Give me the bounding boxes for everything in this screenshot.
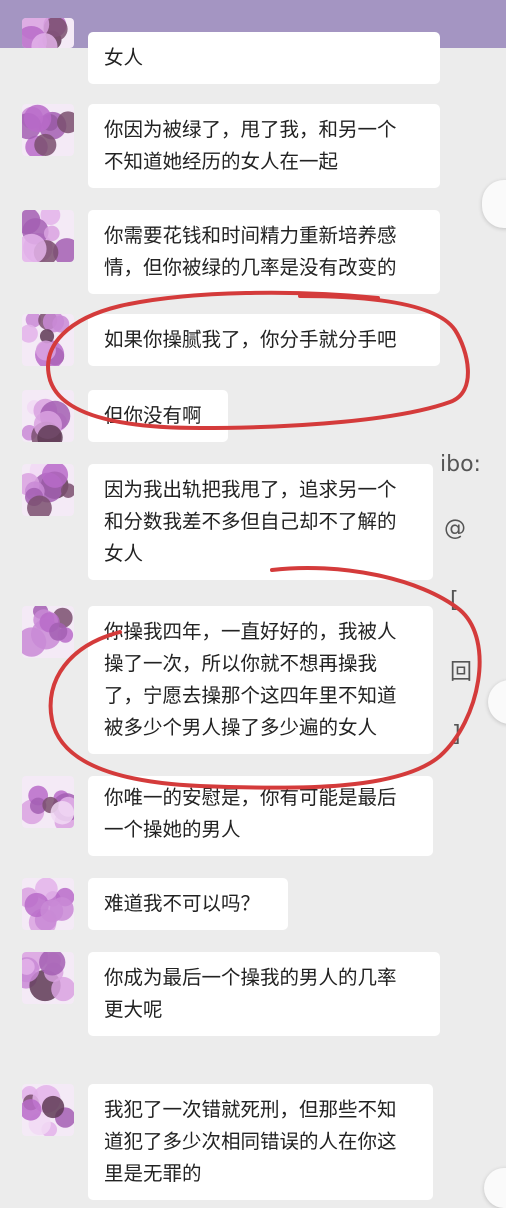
avatar[interactable] — [22, 776, 74, 828]
mosaic-blob — [43, 225, 60, 242]
message-line: 不知道她经历的女人在一起 — [104, 150, 339, 173]
side-text-fragment: @ — [444, 516, 466, 541]
mosaic-blob — [23, 104, 52, 133]
message-line: 操了一次，所以你就不想再操我 — [104, 652, 378, 675]
message-line: 一个操她的男人 — [104, 818, 241, 841]
avatar[interactable] — [22, 1084, 74, 1136]
message-line: 里是无罪的 — [104, 1162, 202, 1185]
avatar[interactable] — [22, 606, 74, 658]
avatar[interactable] — [22, 18, 74, 48]
avatar[interactable] — [22, 952, 74, 1004]
message-line: 女人 — [104, 542, 144, 565]
message-line: 难道我不可以吗？ — [104, 892, 261, 915]
message-bubble[interactable]: 我犯了一次错就死刑，但那些不知 道犯了多少次相同错误的人在你这 里是无罪的 — [88, 1084, 433, 1200]
side-text-fragment: ibo: — [440, 452, 481, 477]
mosaic-blob — [22, 324, 38, 343]
message-bubble[interactable]: 你操我四年，一直好好的，我被人 操了一次，所以你就不想再操我 了，宁愿去操那个这… — [88, 606, 433, 754]
avatar-mosaic — [22, 398, 71, 442]
avatar-mosaic — [22, 952, 74, 1002]
avatar-mosaic — [22, 606, 74, 657]
message-bubble[interactable]: 女人 — [88, 32, 440, 84]
avatar-mosaic — [22, 18, 68, 48]
avatar[interactable] — [22, 464, 74, 516]
avatar-mosaic — [22, 104, 74, 156]
message-line: 你需要花钱和时间精力重新培养感 — [104, 224, 397, 247]
message-line: 道犯了多少次相同错误的人在你这 — [104, 1130, 397, 1153]
floating-side-button[interactable] — [488, 680, 506, 724]
floating-side-button[interactable] — [482, 180, 506, 228]
mosaic-blob — [50, 800, 74, 825]
message-bubble[interactable]: 难道我不可以吗？ — [88, 878, 288, 930]
message-line: 女人 — [104, 46, 144, 69]
message-line: 你操我四年，一直好好的，我被人 — [104, 620, 397, 643]
message-bubble[interactable]: 你需要花钱和时间精力重新培养感 情，但你被绿的几率是没有改变的 — [88, 210, 440, 294]
mosaic-blob — [40, 899, 64, 923]
message-bubble[interactable]: 你成为最后一个操我的男人的几率 更大呢 — [88, 952, 440, 1036]
message-line: 了，宁愿去操那个这四年里不知道 — [104, 684, 397, 707]
mosaic-blob — [35, 340, 56, 361]
floating-side-button[interactable] — [484, 1168, 506, 1208]
mosaic-blob — [49, 622, 68, 641]
mosaic-blob — [41, 1095, 65, 1119]
message-bubble[interactable]: 因为我出轨把我甩了，追求另一个 和分数我差不多但自己却不了解的 女人 — [88, 464, 433, 580]
message-line: 你唯一的安慰是，你有可能是最后 — [104, 786, 397, 809]
avatar-mosaic — [22, 210, 74, 262]
side-text-fragment: ] — [452, 722, 461, 747]
message-bubble[interactable]: 你唯一的安慰是，你有可能是最后 一个操她的男人 — [88, 776, 433, 856]
message-bubble[interactable]: 如果你操腻我了，你分手就分手吧 — [88, 314, 440, 366]
avatar-mosaic — [22, 1085, 74, 1136]
message-line: 被多少个男人操了多少遍的女人 — [104, 716, 378, 739]
side-text-fragment: 回 — [450, 660, 473, 685]
message-line: 如果你操腻我了，你分手就分手吧 — [104, 328, 397, 351]
side-text-fragment: [ — [450, 588, 459, 613]
avatar[interactable] — [22, 104, 74, 156]
message-line: 你因为被绿了，甩了我，和另一个 — [104, 118, 397, 141]
avatar-mosaic — [22, 878, 74, 930]
avatar[interactable] — [22, 390, 74, 442]
avatar[interactable] — [22, 314, 74, 366]
avatar[interactable] — [22, 210, 74, 262]
avatar-mosaic — [22, 785, 74, 828]
message-bubble[interactable]: 你因为被绿了，甩了我，和另一个 不知道她经历的女人在一起 — [88, 104, 440, 188]
mosaic-blob — [34, 133, 57, 156]
message-line: 因为我出轨把我甩了，追求另一个 — [104, 478, 397, 501]
message-line: 更大呢 — [104, 998, 163, 1021]
message-line: 我犯了一次错就死刑，但那些不知 — [104, 1098, 397, 1121]
avatar-mosaic — [22, 464, 74, 516]
message-line: 和分数我差不多但自己却不了解的 — [104, 510, 397, 533]
avatar[interactable] — [22, 878, 74, 930]
message-bubble[interactable]: 但你没有啊 — [88, 390, 228, 442]
message-line: 但你没有啊 — [104, 404, 202, 427]
message-line: 你成为最后一个操我的男人的几率 — [104, 966, 397, 989]
message-line: 情，但你被绿的几率是没有改变的 — [104, 256, 397, 279]
avatar-mosaic — [22, 314, 70, 366]
